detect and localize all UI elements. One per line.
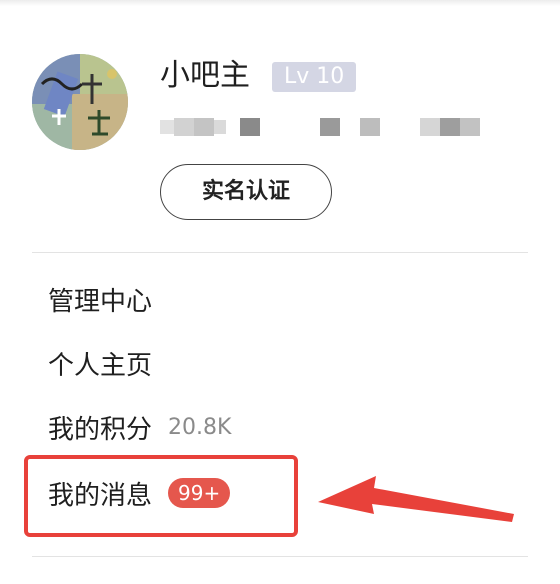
pointer-arrow-icon <box>318 476 514 522</box>
menu-item-label: 个人主页 <box>48 350 153 381</box>
divider-bottom <box>32 556 528 557</box>
avatar[interactable] <box>32 54 128 150</box>
menu-item-profile-page[interactable]: 个人主页 <box>48 343 152 383</box>
divider-top <box>32 252 528 253</box>
level-badge: Lv 10 <box>272 62 357 92</box>
verify-identity-button[interactable]: 实名认证 <box>160 164 332 220</box>
points-count: 20.8K <box>168 414 232 440</box>
menu-item-label: 管理中心 <box>48 286 153 317</box>
menu-item-points[interactable]: 我的积分 20.8K <box>48 407 231 447</box>
menu-item-admin-center[interactable]: 管理中心 <box>48 279 152 319</box>
username: 小吧主 <box>160 58 250 93</box>
blurred-account-id <box>160 118 480 136</box>
top-edge <box>0 0 560 6</box>
highlight-box <box>24 455 298 537</box>
menu-item-label: 我的积分 <box>48 414 153 445</box>
